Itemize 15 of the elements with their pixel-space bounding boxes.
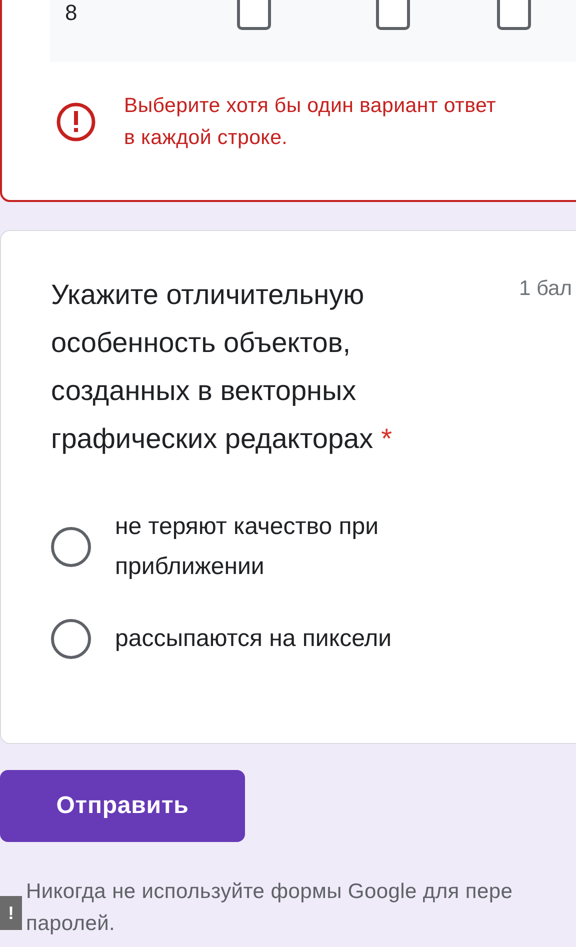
radio-button[interactable] bbox=[51, 527, 91, 567]
radio-button[interactable] bbox=[51, 619, 91, 659]
row-label: 8 bbox=[65, 0, 78, 26]
checkbox[interactable] bbox=[237, 0, 271, 30]
checkbox[interactable] bbox=[376, 0, 410, 30]
checkbox[interactable] bbox=[497, 0, 531, 30]
error-icon bbox=[56, 102, 96, 142]
option-label[interactable]: рассыпаются на пиксели bbox=[115, 619, 392, 659]
option-label[interactable]: не теряют качество при приближении bbox=[115, 507, 475, 587]
submit-button[interactable]: Отправить bbox=[0, 770, 245, 842]
error-message: Выберите хотя бы один вариант ответ в каждой строке. bbox=[124, 93, 496, 151]
question-title: Укажите отличительную особенность объектов, созданных в векторных графических редакторах * bbox=[51, 278, 394, 456]
report-button[interactable]: ! bbox=[0, 896, 22, 930]
points-label: 1 бал bbox=[519, 277, 572, 301]
footer-warning: Никогда не используйте формы Google для пере паролей. bbox=[26, 879, 513, 937]
